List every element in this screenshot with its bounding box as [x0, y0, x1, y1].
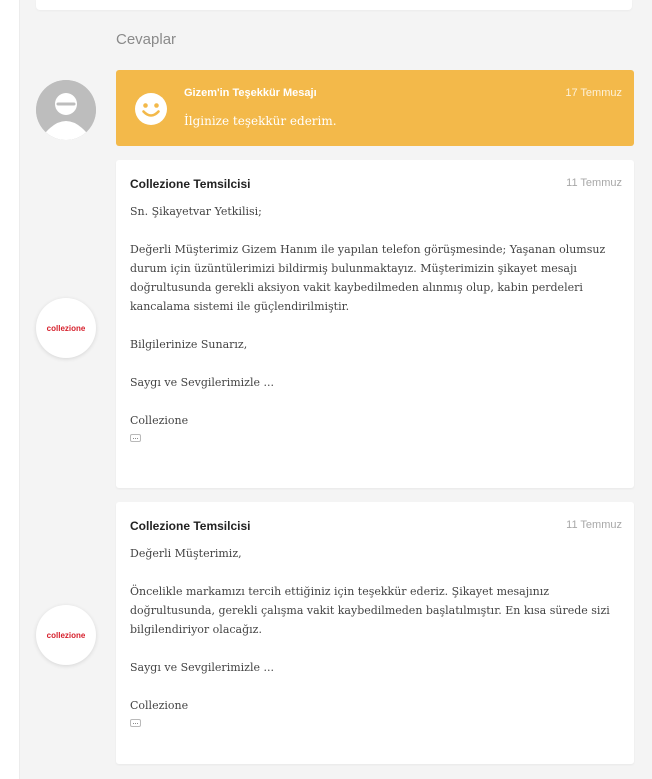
reply-paragraph: Değerli Müşterimiz Gizem Hanım ile yapıl… [130, 243, 606, 313]
previous-card-edge [36, 0, 632, 10]
reply-paragraph: Bilgilerinize Sunarız, [130, 338, 248, 351]
thanks-date: 17 Temmuz [565, 87, 622, 99]
reply-body: Sn. Şikayetvar Yetkilisi; Değerli Müşter… [130, 202, 620, 442]
left-sidebar-edge [0, 0, 20, 779]
user-avatar-icon[interactable] [36, 80, 96, 140]
brand-logo-text: collezione [46, 323, 86, 333]
reply-date: 11 Temmuz [566, 177, 622, 189]
reply-author: Collezione Temsilcisi [130, 519, 251, 533]
thanks-message-card: Gizem'in Teşekkür Mesajı 17 Temmuz İlgin… [116, 70, 634, 146]
collezione-logo-avatar[interactable]: collezione [36, 605, 96, 665]
reply-paragraph: Saygı ve Sevgilerimizle ... [130, 661, 274, 674]
reply-paragraph: Collezione [130, 414, 189, 427]
collezione-logo-avatar[interactable]: collezione [36, 298, 96, 358]
thanks-text: İlginize teşekkür ederim. [184, 114, 337, 128]
more-dots-icon[interactable] [130, 719, 141, 727]
reply-card: Collezione Temsilcisi 11 Temmuz Sn. Şika… [116, 160, 634, 488]
reply-paragraph: Değerli Müşterimiz, [130, 547, 242, 560]
section-title: Cevaplar [116, 31, 177, 48]
reply-paragraph: Collezione [130, 699, 189, 712]
reply-paragraph: Sn. Şikayetvar Yetkilisi; [130, 205, 262, 218]
more-dots-icon[interactable] [130, 434, 141, 442]
reply-date: 11 Temmuz [566, 519, 622, 531]
smiley-icon [134, 92, 168, 126]
complaint-replies-page: Cevaplar Gizem'in Teşekkür Mesajı 17 Tem… [0, 0, 652, 779]
brand-logo-text: collezione [46, 630, 86, 640]
reply-author: Collezione Temsilcisi [130, 177, 251, 191]
reply-paragraph: Öncelikle markamızı tercih ettiğiniz içi… [130, 585, 610, 636]
thanks-title: Gizem'in Teşekkür Mesajı [184, 87, 317, 99]
reply-card: Collezione Temsilcisi 11 Temmuz Değerli … [116, 502, 634, 764]
reply-body: Değerli Müşterimiz, Öncelikle markamızı … [130, 544, 620, 727]
reply-paragraph: Saygı ve Sevgilerimizle ... [130, 376, 274, 389]
